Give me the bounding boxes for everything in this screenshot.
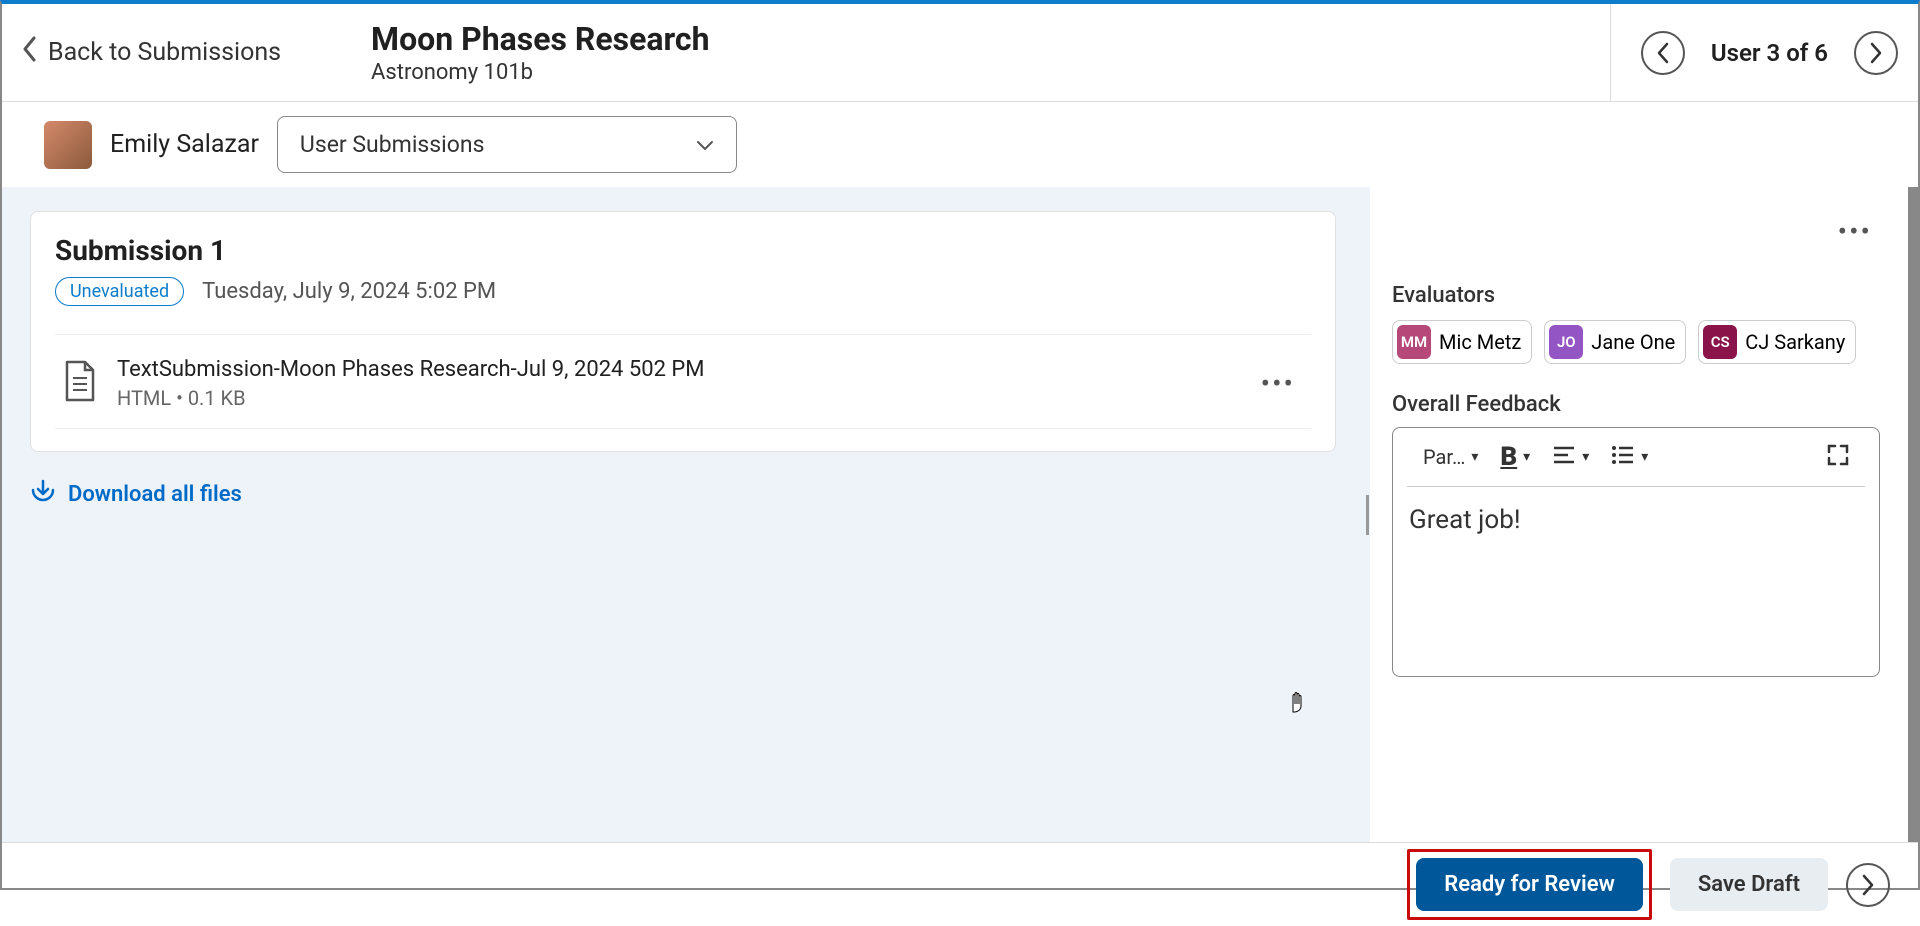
- file-meta: HTML • 0.1 KB: [117, 386, 1231, 410]
- file-more-actions-button[interactable]: •••: [1251, 363, 1305, 404]
- main-area: Submission 1 Unevaluated Tuesday, July 9…: [2, 187, 1918, 842]
- file-name[interactable]: TextSubmission-Moon Phases Research-Jul …: [117, 357, 1231, 382]
- right-panel: ••• Evaluators MM Mic Metz JO Jane One CS CJ …: [1370, 187, 1918, 842]
- submission-date: Tuesday, July 9, 2024 5:02 PM: [202, 279, 496, 304]
- download-all-label: Download all files: [68, 482, 242, 507]
- evaluator-name: Mic Metz: [1439, 330, 1521, 354]
- feedback-textarea[interactable]: Great job!: [1393, 487, 1879, 553]
- paragraph-style-dropdown[interactable]: Par… ▾: [1423, 445, 1478, 469]
- bold-icon: B: [1500, 442, 1517, 472]
- list-dropdown[interactable]: ▾: [1611, 445, 1648, 470]
- feedback-editor: Par… ▾ B ▾ ▾ ▾: [1392, 427, 1880, 677]
- page-title: Moon Phases Research: [371, 20, 1610, 58]
- evaluator-avatar: MM: [1397, 325, 1431, 359]
- highlight-box: Ready for Review: [1407, 849, 1652, 920]
- left-panel: Submission 1 Unevaluated Tuesday, July 9…: [2, 187, 1364, 842]
- prev-user-button[interactable]: [1641, 31, 1685, 75]
- dropdown-label: User Submissions: [300, 131, 485, 158]
- expand-icon: [1827, 444, 1849, 471]
- document-icon: [61, 360, 97, 408]
- submission-title: Submission 1: [55, 234, 1311, 267]
- list-icon: [1611, 445, 1635, 470]
- chevron-left-icon: [22, 36, 38, 69]
- handle-indicator: [1366, 495, 1369, 535]
- user-name-label: Emily Salazar: [110, 130, 259, 159]
- next-user-button[interactable]: [1854, 31, 1898, 75]
- align-icon: [1552, 445, 1576, 470]
- evaluators-label: Evaluators: [1392, 283, 1880, 308]
- evaluator-chip[interactable]: CS CJ Sarkany: [1698, 320, 1856, 364]
- submission-meta: Unevaluated Tuesday, July 9, 2024 5:02 P…: [55, 277, 1311, 306]
- align-dropdown[interactable]: ▾: [1552, 445, 1589, 470]
- chevron-down-icon: ▾: [1471, 449, 1478, 465]
- file-row: TextSubmission-Moon Phases Research-Jul …: [55, 334, 1311, 429]
- chevron-down-icon: ▾: [1641, 449, 1648, 465]
- submission-card: Submission 1 Unevaluated Tuesday, July 9…: [30, 211, 1336, 452]
- fullscreen-button[interactable]: [1827, 444, 1849, 471]
- footer-next-button[interactable]: [1846, 863, 1890, 907]
- chevron-down-icon: ▾: [1523, 449, 1530, 465]
- file-details: TextSubmission-Moon Phases Research-Jul …: [117, 357, 1231, 410]
- evaluator-name: Jane One: [1591, 330, 1675, 354]
- ready-for-review-button[interactable]: Ready for Review: [1416, 858, 1643, 911]
- panel-more-actions-button[interactable]: •••: [1838, 215, 1872, 248]
- evaluator-chip[interactable]: MM Mic Metz: [1392, 320, 1532, 364]
- back-label: Back to Submissions: [48, 38, 281, 67]
- editor-toolbar: Par… ▾ B ▾ ▾ ▾: [1407, 428, 1865, 487]
- bold-dropdown[interactable]: B ▾: [1500, 442, 1530, 472]
- user-submissions-dropdown[interactable]: User Submissions: [277, 116, 737, 173]
- evaluator-name: CJ Sarkany: [1745, 330, 1845, 354]
- chevron-down-icon: [696, 131, 714, 158]
- subheader: Emily Salazar User Submissions: [2, 102, 1918, 187]
- title-block: Moon Phases Research Astronomy 101b: [311, 20, 1610, 85]
- feedback-label: Overall Feedback: [1392, 392, 1880, 417]
- evaluator-chip[interactable]: JO Jane One: [1544, 320, 1686, 364]
- status-badge: Unevaluated: [55, 277, 184, 306]
- user-navigation: User 3 of 6: [1610, 4, 1898, 101]
- evaluator-chips: MM Mic Metz JO Jane One CS CJ Sarkany: [1392, 320, 1880, 364]
- user-avatar: [44, 121, 92, 169]
- user-count-label: User 3 of 6: [1711, 39, 1828, 67]
- chevron-down-icon: ▾: [1582, 449, 1589, 465]
- page-header: Back to Submissions Moon Phases Research…: [2, 4, 1918, 102]
- footer: Ready for Review Save Draft: [2, 842, 1918, 926]
- back-to-submissions-link[interactable]: Back to Submissions: [22, 36, 311, 69]
- evaluator-avatar: CS: [1703, 325, 1737, 359]
- download-icon: [30, 478, 56, 510]
- download-all-files-link[interactable]: Download all files: [30, 478, 1336, 510]
- evaluator-avatar: JO: [1549, 325, 1583, 359]
- page-subtitle: Astronomy 101b: [371, 60, 1610, 85]
- save-draft-button[interactable]: Save Draft: [1670, 858, 1828, 911]
